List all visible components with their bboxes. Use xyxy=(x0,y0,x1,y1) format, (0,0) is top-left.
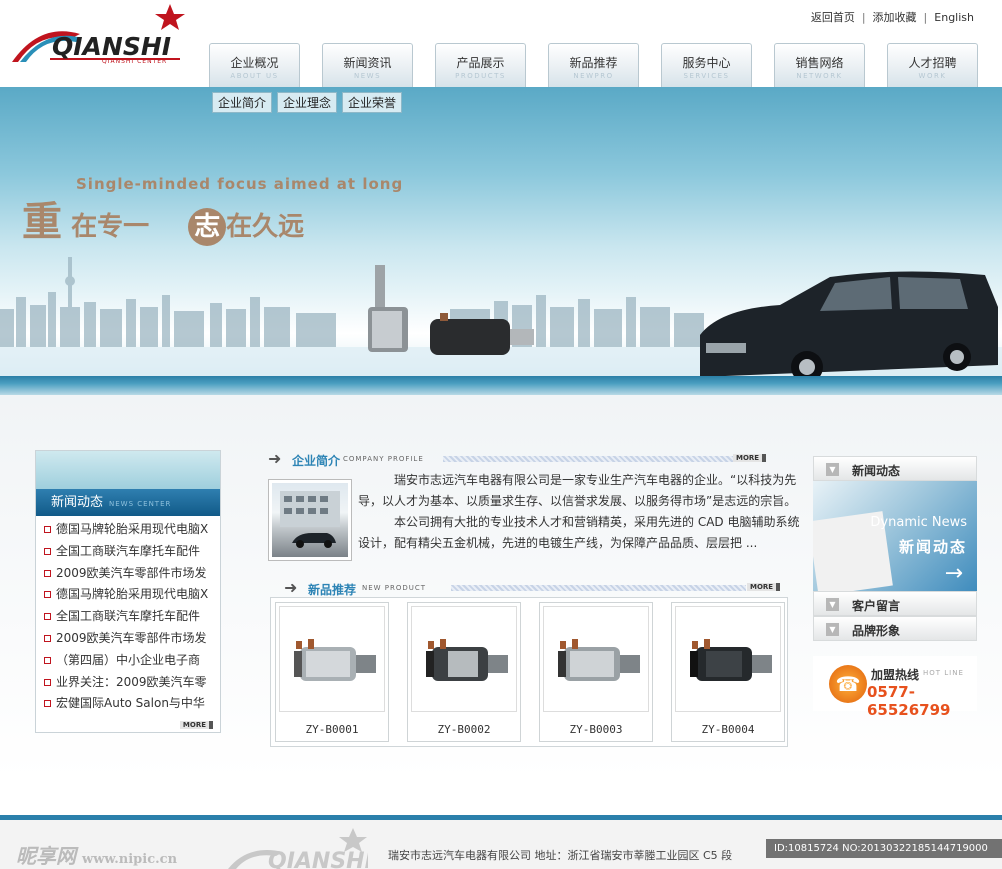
about-more-button[interactable]: MORE xyxy=(733,454,767,462)
nav-item-about[interactable]: 企业概况 ABOUT US xyxy=(209,43,300,87)
watermark: 昵享网 www.nipic.cn xyxy=(16,844,178,868)
chevron-down-icon: ▼ xyxy=(826,623,839,636)
add-favorite-link[interactable]: 添加收藏 xyxy=(873,11,917,24)
city-skyline-image xyxy=(0,257,1002,377)
news-sidebar-cap xyxy=(36,451,220,489)
news-more-button[interactable]: MORE xyxy=(179,721,213,729)
hotline-number: 0577-65526799 xyxy=(867,683,951,719)
slogan-chinese: 重 在专一 志在久远 xyxy=(22,189,304,247)
nav-item-products[interactable]: 产品展示 PRODUCTS xyxy=(435,43,526,87)
product-image xyxy=(543,606,649,712)
logo-tagline: QIANSHI CENTER xyxy=(102,58,168,65)
news-item[interactable]: 业界关注：2009欧美汽车零 xyxy=(44,672,214,694)
nav-item-services[interactable]: 服务中心 SERVICES xyxy=(661,43,752,87)
hotline-label-en: HOT LINE xyxy=(923,669,964,677)
product-card[interactable]: ZY-B0002 xyxy=(407,602,521,742)
slogan-text-2: 在久远 xyxy=(226,212,305,242)
chevron-down-icon: ▼ xyxy=(826,463,839,476)
arrow-right-icon: → xyxy=(944,561,963,586)
product-image xyxy=(675,606,781,712)
product-name: ZY-B0001 xyxy=(305,723,359,736)
news-sidebar-title: 新闻动态 NEWS CENTER xyxy=(36,489,220,516)
product-card[interactable]: ZY-B0003 xyxy=(539,602,653,742)
slogan-char-2: 志 xyxy=(188,208,227,246)
about-section-header: ➜ 企业简介 COMPANY PROFILE MORE xyxy=(268,449,772,468)
arrow-right-icon: ➜ xyxy=(284,578,298,597)
news-item[interactable]: 全国工商联汽车摩托车配件 xyxy=(44,541,214,563)
news-sidebar: 新闻动态 NEWS CENTER 德国马牌轮胎采用现代电脑X 全国工商联汽车摩托车… xyxy=(35,450,221,733)
news-item[interactable]: 宏健国际Auto Salon与中华 xyxy=(44,693,214,715)
newpro-title: 新品推荐 xyxy=(308,583,357,597)
product-name: ZY-B0003 xyxy=(569,723,623,736)
building-image xyxy=(280,491,340,548)
arrow-right-icon: ➜ xyxy=(268,449,282,468)
product-image xyxy=(411,606,517,712)
top-links: 返回首页 | 添加收藏 | English xyxy=(810,11,974,24)
footer-logo: QIANSHI xyxy=(228,826,368,869)
about-title: 企业简介 xyxy=(292,454,341,468)
news-item[interactable]: （第四届）中小企业电子商 xyxy=(44,650,214,672)
about-paragraph-1: 瑞安市志远汽车电器有限公司是一家专业生产汽车电器的企业。“以科技为先导，以人才为… xyxy=(358,473,797,508)
phone-icon: ☎ xyxy=(829,665,867,703)
newpro-title-en: NEW PRODUCT xyxy=(362,584,427,592)
subnav-honors[interactable]: 企业荣誉 xyxy=(342,92,403,113)
tab-guestbook[interactable]: ▼ 客户留言 xyxy=(813,591,977,616)
about-text: 瑞安市志远汽车电器有限公司是一家专业生产汽车电器的企业。“以科技为先导，以人才为… xyxy=(358,470,804,554)
about-paragraph-2: 本公司拥有大批的专业技术人才和营销精英，采用先进的 CAD 电脑辅助系统设计，配… xyxy=(358,515,800,550)
news-item[interactable]: 2009欧美汽车零部件市场发 xyxy=(44,563,214,585)
chevron-down-icon: ▼ xyxy=(826,598,839,611)
slogan-char-1: 重 xyxy=(22,198,62,245)
product-name: ZY-B0004 xyxy=(701,723,755,736)
nav-item-news[interactable]: 新闻资讯 NEWS xyxy=(322,43,413,87)
hotline-label: 加盟热线 xyxy=(871,668,920,682)
hotline-box: ☎ 加盟热线 HOT LINE 0577-65526799 xyxy=(813,656,977,719)
slogan-text-1: 在专一 xyxy=(71,212,150,242)
sub-nav: 企业简介 企业理念 企业荣誉 xyxy=(212,92,407,113)
news-item[interactable]: 2009欧美汽车零部件市场发 xyxy=(44,628,214,650)
product-card[interactable]: ZY-B0001 xyxy=(275,602,389,742)
car-image xyxy=(700,271,998,377)
tab-brand-image[interactable]: ▼ 品牌形象 xyxy=(813,616,977,641)
home-link[interactable]: 返回首页 xyxy=(811,11,855,24)
section-divider xyxy=(451,585,746,591)
banner-bottom-stripe xyxy=(0,376,1002,395)
logo[interactable]: QIANSHI QIANSHI CENTER xyxy=(10,2,185,66)
about-title-en: COMPANY PROFILE xyxy=(343,455,424,463)
product-name: ZY-B0002 xyxy=(437,723,491,736)
news-item[interactable]: 全国工商联汽车摩托车配件 xyxy=(44,606,214,628)
subnav-intro[interactable]: 企业简介 xyxy=(212,92,273,113)
subnav-philosophy[interactable]: 企业理念 xyxy=(277,92,338,113)
section-divider xyxy=(443,456,733,462)
nav-item-network[interactable]: 销售网络 NETWORK xyxy=(774,43,865,87)
header: QIANSHI QIANSHI CENTER 返回首页 | 添加收藏 | English… xyxy=(0,0,1002,88)
company-building-photo xyxy=(268,479,352,561)
footer: QIANSHI 瑞安市志远汽车电器有限公司 地址：浙江省瑞安市莘塍工业园区 C5… xyxy=(0,820,1002,869)
image-id-label: ID:10815724 NO:20130322185144719000 xyxy=(766,839,1002,858)
english-link[interactable]: English xyxy=(934,11,974,24)
news-list: 德国马牌轮胎采用现代电脑X 全国工商联汽车摩托车配件 2009欧美汽车零部件市场… xyxy=(36,516,220,715)
nav-item-work[interactable]: 人才招聘 WORK xyxy=(887,43,978,87)
logo-text: QIANSHI xyxy=(52,32,172,61)
page: QIANSHI QIANSHI CENTER 返回首页 | 添加收藏 | English… xyxy=(0,0,1002,869)
product-card[interactable]: ZY-B0004 xyxy=(671,602,785,742)
right-sidebar: ▼ 新闻动态 Dynamic News 新闻动态 → ▼ 客户留言 ▼ 品牌形象… xyxy=(813,456,977,719)
nav-item-newpro[interactable]: 新品推荐 NEWPRO xyxy=(548,43,639,87)
news-item[interactable]: 德国马牌轮胎采用现代电脑X xyxy=(44,584,214,606)
newpro-more-button[interactable]: MORE xyxy=(747,583,781,591)
product-grid: ZY-B0001 ZY-B0002 ZY-B0003 ZY-B0004 xyxy=(270,597,788,747)
news-item[interactable]: 德国马牌轮胎采用现代电脑X xyxy=(44,519,214,541)
svg-text:QIANSHI: QIANSHI xyxy=(268,849,368,869)
hero-banner: 企业简介 企业理念 企业荣誉 Single-minded focus aimed… xyxy=(0,87,1002,377)
tab-news[interactable]: ▼ 新闻动态 xyxy=(813,456,977,481)
product-image xyxy=(279,606,385,712)
footer-address: 瑞安市志远汽车电器有限公司 地址：浙江省瑞安市莘塍工业园区 C5 段 xyxy=(388,849,733,862)
newpro-section-header: ➜ 新品推荐 NEW PRODUCT MORE xyxy=(284,578,788,597)
news-feature-banner[interactable]: Dynamic News 新闻动态 → xyxy=(813,481,977,591)
